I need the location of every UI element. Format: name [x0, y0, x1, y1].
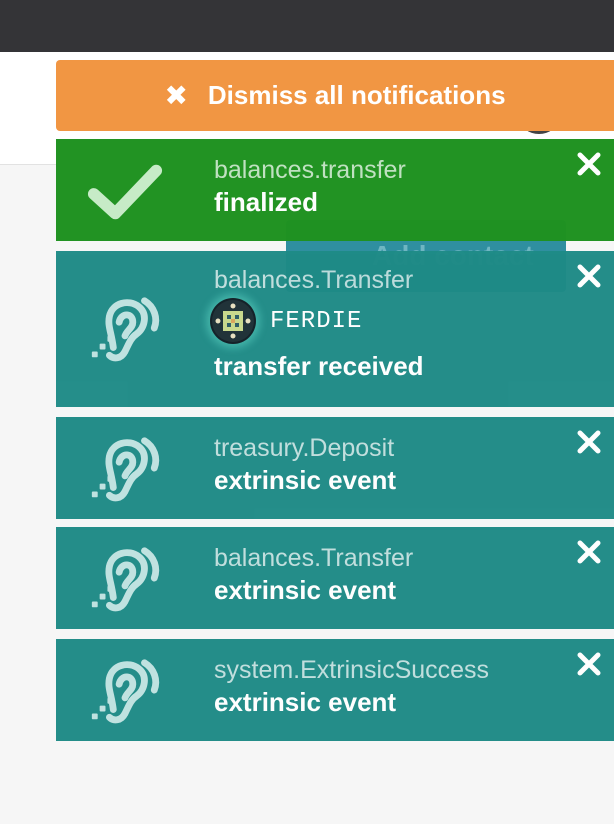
close-icon: ✖	[164, 80, 188, 111]
notification-treasury-deposit: treasury.Deposit extrinsic event	[56, 417, 614, 519]
notification-finalized: balances.transfer finalized	[56, 139, 614, 241]
notification-status: extrinsic event	[214, 465, 397, 495]
notification-transfer-received: balances.Transfer FERDIE transfer receiv…	[56, 251, 614, 407]
checkmark-icon	[87, 164, 163, 220]
close-icon[interactable]	[576, 539, 602, 565]
close-icon[interactable]	[576, 429, 602, 455]
notification-title: system.ExtrinsicSuccess	[214, 656, 490, 684]
close-icon[interactable]	[576, 651, 602, 677]
dismiss-all-button[interactable]: ✖ Dismiss all notifications	[56, 60, 614, 131]
notification-title: balances.Transfer	[214, 544, 414, 572]
notification-system-extrinsic-success: system.ExtrinsicSuccess extrinsic event	[56, 639, 614, 741]
account-name: FERDIE	[270, 307, 363, 335]
notification-status: extrinsic event	[214, 687, 397, 717]
dismiss-all-label: Dismiss all notifications	[207, 80, 506, 110]
notification-title: balances.transfer	[214, 156, 406, 184]
close-icon[interactable]	[576, 151, 602, 177]
notification-title: treasury.Deposit	[214, 434, 395, 462]
ear-icon	[91, 659, 160, 724]
ear-icon	[91, 437, 160, 502]
ear-icon	[91, 297, 160, 362]
account: FERDIE	[210, 297, 424, 345]
account-identicon	[210, 298, 256, 344]
ear-icon	[91, 547, 160, 612]
close-icon[interactable]	[576, 263, 602, 289]
top-bar	[0, 0, 614, 52]
notification-title: balances.Transfer	[214, 266, 414, 294]
notification-balances-transfer: balances.Transfer extrinsic event	[56, 527, 614, 629]
notification-status: finalized	[214, 187, 319, 217]
notification-status: transfer received	[214, 351, 424, 381]
notification-status: extrinsic event	[214, 575, 397, 605]
